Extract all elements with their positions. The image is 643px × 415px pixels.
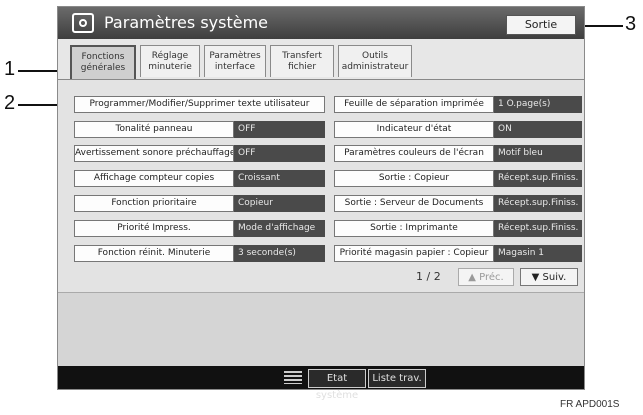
tab-label-line1: Fonctions <box>81 52 125 62</box>
setting-paper-tray-priority[interactable]: Priorité magasin papier : Copieur Magasi… <box>334 245 582 262</box>
setting-value: Motif bleu <box>494 145 582 162</box>
tab-label-line2: administrateur <box>341 61 409 72</box>
setting-output-printer[interactable]: Sortie : Imprimante Récept.sup.Finiss. <box>334 220 582 237</box>
setting-output-document-server[interactable]: Sortie : Serveur de Documents Récept.sup… <box>334 195 582 212</box>
setting-value: Mode d'affichage <box>234 220 325 237</box>
tab-label-line1: Transfert <box>282 50 322 61</box>
setting-status-indicator[interactable]: Indicateur d'état ON <box>334 121 582 138</box>
setting-label: Tonalité panneau <box>74 121 234 138</box>
next-page-button[interactable]: ▼ Suiv. <box>520 268 578 286</box>
setting-separation-sheet[interactable]: Feuille de séparation imprimée 1 O.page(… <box>334 96 582 113</box>
setting-print-priority[interactable]: Priorité Impress. Mode d'affichage <box>74 220 325 237</box>
setting-label: Indicateur d'état <box>334 121 494 138</box>
tab-label-line1: Paramètres <box>209 50 261 61</box>
setting-label: Fonction réinit. Minuterie <box>74 245 234 262</box>
setting-value: Récept.sup.Finiss. <box>494 220 582 237</box>
setting-label: Sortie : Imprimante <box>334 220 494 237</box>
setting-value: Récept.sup.Finiss. <box>494 170 582 187</box>
setting-label: Affichage compteur copies <box>74 170 234 187</box>
job-list-icon <box>284 371 302 384</box>
setting-panel-tone[interactable]: Tonalité panneau OFF <box>74 121 325 138</box>
status-bar: Etat système Liste trav. <box>58 366 584 401</box>
settings-panel: Programmer/Modifier/Supprimer texte util… <box>58 79 584 292</box>
title-bar: Paramètres système Sortie <box>58 7 584 39</box>
setting-label: Priorité Impress. <box>74 220 234 237</box>
previous-page-button[interactable]: ▲ Préc. <box>458 268 514 286</box>
setting-value: Croissant <box>234 170 325 187</box>
tab-general-functions[interactable]: Fonctions générales <box>70 45 136 79</box>
setting-label: Sortie : Copieur <box>334 170 494 187</box>
tab-label-line2: fichier <box>287 61 317 72</box>
setting-priority-function[interactable]: Fonction prioritaire Copieur <box>74 195 325 212</box>
system-settings-screen: Paramètres système Sortie Fonctions génér… <box>57 6 585 401</box>
setting-label: Sortie : Serveur de Documents <box>334 195 494 212</box>
settings-icon <box>72 13 94 33</box>
setting-label: Priorité magasin papier : Copieur <box>334 245 494 262</box>
setting-output-copier[interactable]: Sortie : Copieur Récept.sup.Finiss. <box>334 170 582 187</box>
tab-file-transfer[interactable]: Transfert fichier <box>270 45 334 77</box>
setting-value: OFF <box>234 121 325 138</box>
setting-value: 1 O.page(s) <box>494 96 582 113</box>
setting-value: Copieur <box>234 195 325 212</box>
empty-area <box>58 292 584 367</box>
setting-value: OFF <box>234 145 325 162</box>
figure-code: FR APD001S <box>560 399 620 410</box>
callout-2: 2 <box>4 92 16 114</box>
page-indicator: 1 / 2 <box>416 270 441 283</box>
callout-1: 1 <box>4 58 16 80</box>
setting-screen-colors[interactable]: Paramètres couleurs de l'écran Motif ble… <box>334 145 582 162</box>
setting-value: Récept.sup.Finiss. <box>494 195 582 212</box>
tab-timer-settings[interactable]: Réglage minuterie <box>140 45 200 77</box>
setting-value: Magasin 1 <box>494 245 582 262</box>
exit-button[interactable]: Sortie <box>506 15 576 35</box>
setting-copy-counter[interactable]: Affichage compteur copies Croissant <box>74 170 325 187</box>
window-title: Paramètres système <box>104 13 268 32</box>
setting-label: Feuille de séparation imprimée <box>334 96 494 113</box>
job-list-button[interactable]: Liste trav. <box>368 369 426 388</box>
tab-label-line1: Réglage <box>151 50 189 61</box>
tab-label-line2: interface <box>214 61 256 72</box>
system-status-button[interactable]: Etat système <box>308 369 366 401</box>
tab-label-line2: générales <box>80 63 126 73</box>
setting-label: Fonction prioritaire <box>74 195 234 212</box>
tab-label-line2: minuterie <box>148 61 192 72</box>
setting-label: Programmer/Modifier/Supprimer texte util… <box>74 96 325 113</box>
setting-value: ON <box>494 121 582 138</box>
tab-administrator-tools[interactable]: Outils administrateur <box>338 45 412 77</box>
setting-reset-timer[interactable]: Fonction réinit. Minuterie 3 seconde(s) <box>74 245 325 262</box>
setting-label: Avertissement sonore préchauffage <box>74 145 234 162</box>
tab-bar: Fonctions générales Réglage minuterie Para… <box>58 39 584 79</box>
callout-3: 3 <box>625 13 637 35</box>
setting-value: 3 seconde(s) <box>234 245 325 262</box>
setting-user-text[interactable]: Programmer/Modifier/Supprimer texte util… <box>74 96 325 113</box>
tab-label-line1: Outils <box>361 50 388 61</box>
setting-label: Paramètres couleurs de l'écran <box>334 145 494 162</box>
tab-interface-settings[interactable]: Paramètres interface <box>204 45 266 77</box>
setting-warmup-beep[interactable]: Avertissement sonore préchauffage OFF <box>74 145 325 162</box>
